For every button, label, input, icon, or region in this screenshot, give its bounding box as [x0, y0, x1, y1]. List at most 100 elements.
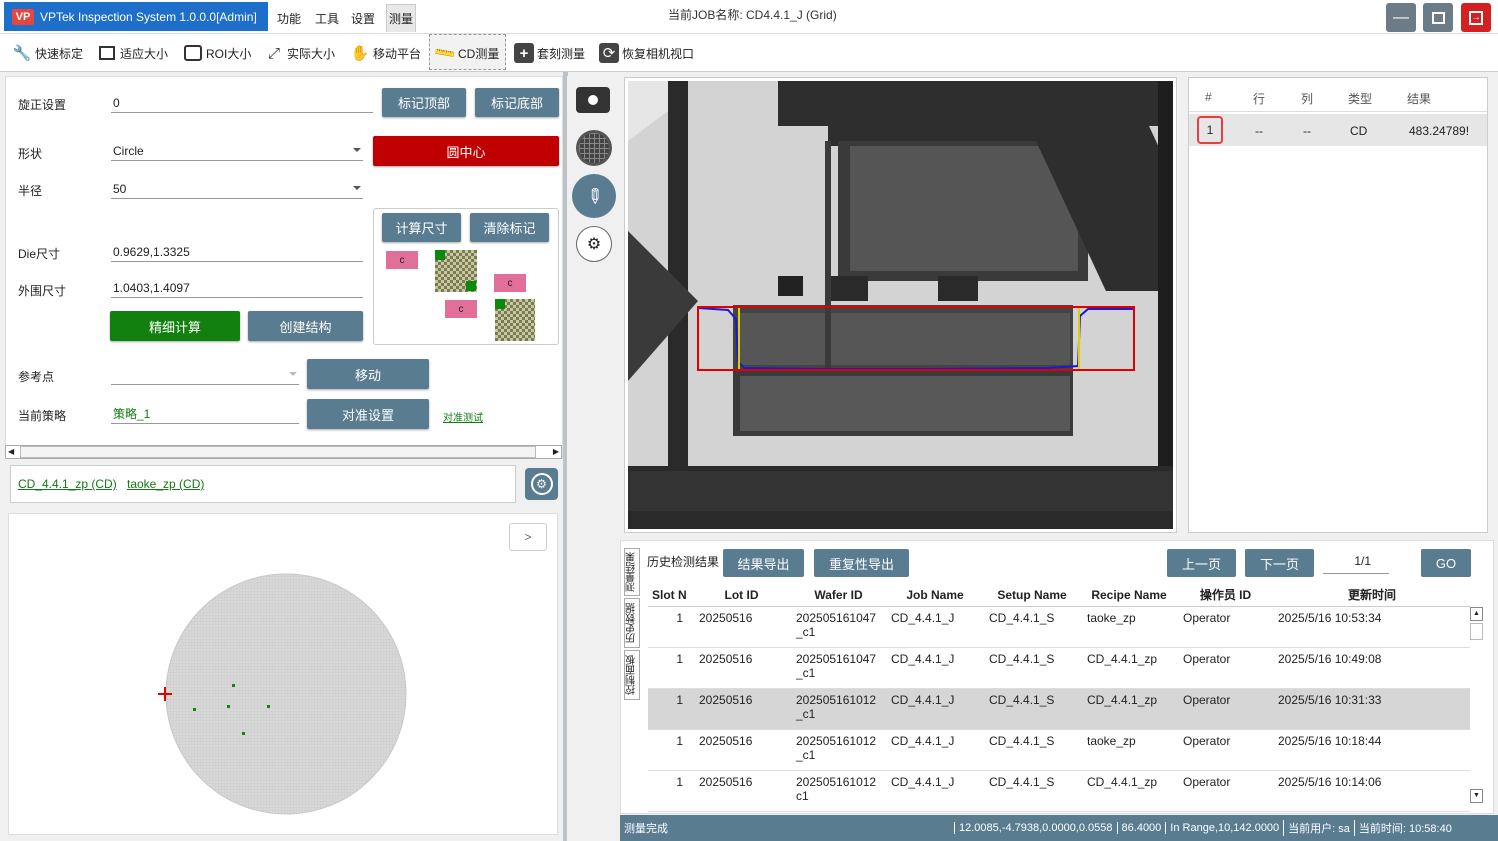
measured-die-dot [232, 684, 235, 687]
die-size-input[interactable]: 0.9629,1.3325 [111, 242, 363, 262]
create-structure-button[interactable]: 创建结构 [248, 311, 363, 341]
fit-size-icon [97, 43, 117, 63]
results-col-type: 类型 [1348, 92, 1373, 106]
quick-calibrate-button[interactable]: 🔧 快速标定 [12, 40, 83, 66]
col-wafer-id[interactable]: Wafer ID [790, 584, 887, 607]
strategy-link[interactable]: taoke_zp (CD) [127, 477, 204, 491]
col-update-time[interactable]: 更新时间 [1274, 584, 1470, 607]
scroll-up-icon[interactable]: ▲ [1470, 607, 1483, 621]
cell-wafer-id-suffix: _c1 [796, 665, 816, 680]
restore-camera-icon: ⟳ [599, 43, 619, 63]
cell-wafer-id-suffix: c1 [796, 788, 809, 803]
cell-recipe-name: CD_4.4.1_zp [1081, 688, 1177, 730]
col-operator-id[interactable]: 操作员 ID [1177, 584, 1274, 607]
chevron-down-icon [289, 372, 297, 376]
overlay-measure-button[interactable]: + 套刻测量 [514, 40, 585, 66]
layer-settings-icon: ⚙ [586, 236, 602, 253]
scroll-down-icon[interactable]: ▼ [1470, 789, 1483, 803]
minimize-button[interactable]: — [1386, 3, 1416, 32]
restore-camera-button[interactable]: ⟳ 恢复相机视口 [599, 40, 694, 66]
col-slot[interactable]: Slot N [648, 584, 693, 607]
tab-history-data[interactable]: 历史数据 [624, 598, 640, 648]
prev-page-button[interactable]: 上一页 [1167, 549, 1236, 577]
next-page-button[interactable]: 下一页 [1245, 549, 1314, 577]
ref-point-select[interactable] [111, 365, 299, 385]
cell-recipe-name: taoke_zp [1081, 606, 1177, 648]
results-row[interactable]: 1 -- -- CD 483.24789! [1189, 114, 1487, 146]
status-message: 测量完成 [624, 823, 668, 835]
cell-recipe-name: taoke_zp [1081, 729, 1177, 771]
col-recipe-name[interactable]: Recipe Name [1081, 584, 1177, 607]
table-row[interactable]: 1 20250516 202505161047 _c1 CD_4.4.1_J CD_4.4… [648, 647, 1470, 689]
precise-calc-button[interactable]: 精细计算 [110, 311, 240, 341]
layer-settings-button[interactable]: ⚙ [576, 226, 612, 262]
scroll-thumb[interactable] [1470, 623, 1483, 640]
move-button[interactable]: 移动 [307, 359, 429, 389]
ruler-icon: 📏 [432, 41, 458, 66]
move-stage-button[interactable]: ✋ 移动平台 [350, 40, 421, 66]
maximize-button[interactable] [1423, 3, 1453, 32]
fit-size-button[interactable]: 适应大小 [97, 40, 168, 66]
results-col-result: 结果 [1407, 92, 1432, 106]
menu-function[interactable]: 功能 [277, 10, 301, 27]
strategy-input[interactable]: 策略_1 [111, 404, 299, 424]
scroll-thumb[interactable] [20, 446, 536, 458]
cd-measure-button[interactable]: 📏 CD测量 [433, 40, 500, 66]
cell-job-name: CD_4.4.1_J [887, 770, 983, 812]
table-row[interactable]: 1 20250516 202505161012 c1 CD_4.4.1_J CD_4.4.… [648, 770, 1470, 812]
cell-update-time: 2025/5/16 10:14:06 [1274, 770, 1470, 812]
table-row[interactable]: 1 20250516 202505161047 _c1 CD_4.4.1_J CD_4.4… [648, 606, 1470, 648]
repeat-export-button[interactable]: 重复性导出 [814, 549, 909, 577]
cell-operator: Operator [1177, 770, 1274, 812]
scroll-right-icon[interactable]: ▶ [553, 447, 559, 456]
go-button[interactable]: GO [1421, 549, 1471, 577]
cell-lot-id: 20250516 [693, 770, 790, 812]
tab-control-panel[interactable]: 控制面板 [624, 650, 640, 700]
cell-operator: Operator [1177, 688, 1274, 730]
status-bar: 测量完成 12.0085,-4.7938,0.0000,0.0558 86.40… [620, 815, 1498, 841]
refresh-settings-button[interactable]: ⚙ [525, 468, 558, 500]
horizontal-scrollbar[interactable]: ◀ ▶ [5, 445, 562, 459]
menu-settings[interactable]: 设置 [351, 10, 375, 27]
grid-view-button[interactable] [576, 130, 612, 166]
shape-select[interactable]: Circle [111, 141, 363, 161]
outer-size-input[interactable]: 1.0403,1.4097 [111, 278, 363, 298]
mark-bottom-button[interactable]: 标记底部 [475, 88, 559, 117]
camera-button[interactable] [575, 82, 611, 118]
menu-tools[interactable]: 工具 [315, 10, 339, 27]
actual-size-button[interactable]: ⤢ 实际大小 [264, 40, 335, 66]
exit-button[interactable]: → [1461, 3, 1491, 32]
calc-size-button[interactable]: 计算尺寸 [382, 213, 461, 242]
export-results-button[interactable]: 结果导出 [723, 549, 804, 577]
radius-select[interactable]: 50 [111, 179, 363, 199]
roi-size-button[interactable]: ROI大小 [183, 40, 251, 66]
align-settings-button[interactable]: 对准设置 [307, 399, 429, 429]
tab-measure-results[interactable]: 测量结果 [624, 548, 640, 596]
wafer-map[interactable] [9, 514, 559, 836]
table-row[interactable]: 1 20250516 202505161012 _c1 CD_4.4.1_J CD_4.4… [648, 688, 1470, 730]
cell-slot: 1 [648, 606, 693, 648]
mark-top-button[interactable]: 标记顶部 [382, 88, 466, 117]
rotate-input[interactable]: 0 [111, 93, 373, 113]
page-indicator[interactable]: 1/1 [1323, 554, 1389, 574]
menu-measure[interactable]: 测量 [386, 4, 416, 32]
camera-image[interactable] [628, 81, 1173, 529]
table-row[interactable]: 1 20250516 202505161012 _c1 CD_4.4.1_J CD_4.4… [648, 729, 1470, 771]
clear-marks-button[interactable]: 清除标记 [470, 213, 549, 242]
scroll-left-icon[interactable]: ◀ [8, 447, 14, 456]
cell-wafer-id: 202505161047 _c1 [790, 647, 887, 689]
col-lot-id[interactable]: Lot ID [693, 584, 790, 607]
measured-die-dot [193, 708, 196, 711]
ruler-pencil-icon: ✎ [579, 182, 608, 211]
cell-lot-id: 20250516 [693, 729, 790, 771]
col-job-name[interactable]: Job Name [887, 584, 983, 607]
cell-slot: 1 [648, 770, 693, 812]
align-test-link[interactable]: 对准测试 [443, 409, 483, 424]
measure-tool-button[interactable]: ✎ [572, 174, 616, 218]
strategy-link[interactable]: CD_4.4.1_zp (CD) [18, 477, 117, 491]
circle-center-button[interactable]: 圆中心 [373, 136, 559, 166]
col-setup-name[interactable]: Setup Name [983, 584, 1081, 607]
wafer-grid-icon [579, 133, 609, 163]
ref-point-label: 参考点 [18, 370, 55, 384]
vertical-scrollbar[interactable]: ▲ ▼ [1470, 607, 1484, 805]
